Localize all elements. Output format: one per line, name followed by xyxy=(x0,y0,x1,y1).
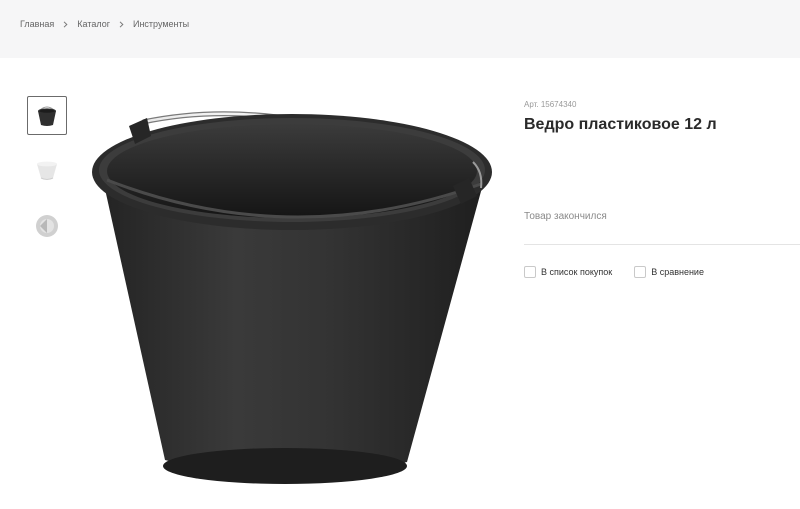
thumbnail-list xyxy=(27,96,67,261)
breadcrumb-home-link[interactable]: Главная xyxy=(20,19,54,29)
product-info: Арт. 15674340 Ведро пластиковое 12 л Тов… xyxy=(524,0,800,509)
bucket-black-icon xyxy=(38,106,56,126)
stock-status: Товар закончился xyxy=(524,211,607,222)
shopping-list-label: В список покупок xyxy=(541,267,613,277)
divider xyxy=(524,244,800,245)
product-sku: Арт. 15674340 xyxy=(524,100,577,109)
bucket-white-icon xyxy=(37,161,57,180)
product-main-image[interactable] xyxy=(85,92,500,494)
compare-label: В сравнение xyxy=(651,267,704,277)
add-to-compare-toggle[interactable]: В сравнение xyxy=(634,266,704,278)
thumbnail-bucket-white[interactable] xyxy=(27,151,67,190)
thumbnail-round-product[interactable] xyxy=(27,206,67,245)
thumbnail-bucket-black[interactable] xyxy=(27,96,67,135)
product-title: Ведро пластиковое 12 л xyxy=(524,116,717,133)
chevron-right-icon xyxy=(63,20,68,28)
breadcrumb-tools-link[interactable]: Инструменты xyxy=(133,19,189,29)
product-actions: В список покупок В сравнение xyxy=(524,266,704,278)
shopping-list-checkbox[interactable] xyxy=(524,266,536,278)
round-product-icon xyxy=(36,214,58,237)
breadcrumb-catalog-link[interactable]: Каталог xyxy=(77,19,110,29)
bucket-image xyxy=(92,111,492,484)
add-to-shopping-list-toggle[interactable]: В список покупок xyxy=(524,266,612,278)
breadcrumb: Главная Каталог Инструменты xyxy=(20,19,189,29)
compare-checkbox[interactable] xyxy=(634,266,647,278)
chevron-right-icon xyxy=(119,20,124,28)
